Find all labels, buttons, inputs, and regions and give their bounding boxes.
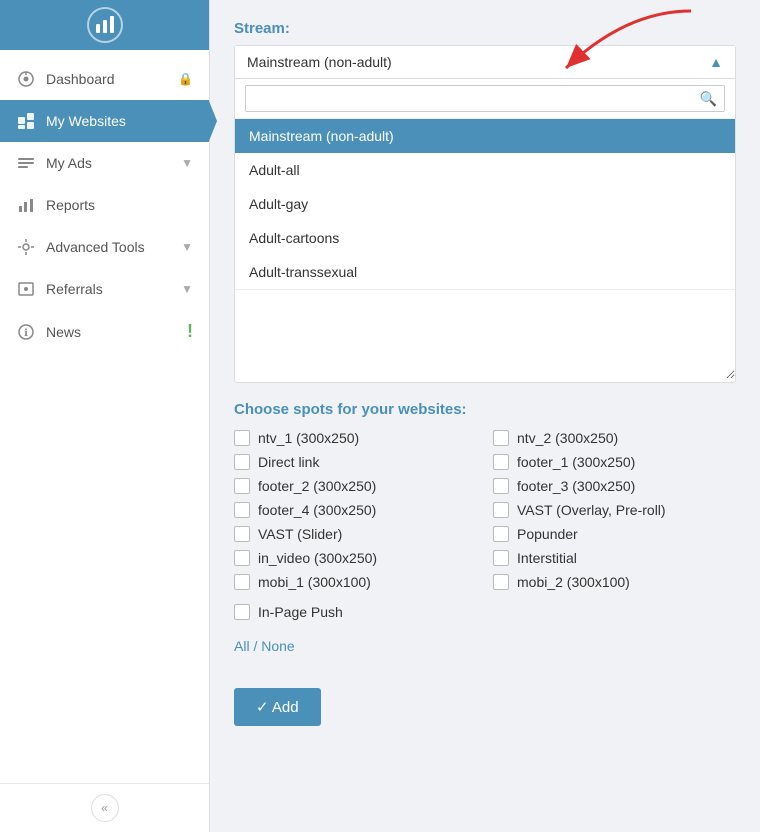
spot-mobi1: mobi_1 (300x100) (234, 574, 477, 590)
spot-popunder-label: Popunder (517, 526, 578, 542)
sidebar-item-dashboard-label: Dashboard (46, 71, 178, 87)
spot-in-page-push-label: In-Page Push (258, 604, 343, 620)
add-button[interactable]: ✓ Add (234, 688, 321, 726)
spot-footer3-checkbox[interactable] (493, 478, 509, 494)
sidebar-item-reports[interactable]: Reports (0, 184, 209, 226)
stream-select-bar[interactable]: Mainstream (non-adult) ▲ (235, 46, 735, 79)
news-icon: ℹ (16, 322, 36, 342)
sidebar-nav: Dashboard 🔒 My Websites (0, 50, 209, 783)
spot-popunder: Popunder (493, 526, 736, 542)
my-websites-icon (16, 111, 36, 131)
spot-mobi2-checkbox[interactable] (493, 574, 509, 590)
spot-direct-link-label: Direct link (258, 454, 319, 470)
spot-vast-slider-label: VAST (Slider) (258, 526, 342, 542)
main-content: Stream: Mainstream (non-adult) ▲ 🔍 Mains… (210, 0, 760, 832)
stream-label: Stream: (234, 20, 736, 37)
chevron-down-icon: ▼ (181, 156, 193, 170)
spot-footer2-label: footer_2 (300x250) (258, 478, 376, 494)
stream-search-input[interactable] (245, 85, 725, 112)
spot-footer2: footer_2 (300x250) (234, 478, 477, 494)
lock-icon: 🔒 (178, 72, 193, 86)
sidebar-item-referrals[interactable]: Referrals ▼ (0, 268, 209, 310)
spot-ntv1-label: ntv_1 (300x250) (258, 430, 359, 446)
spot-footer4-checkbox[interactable] (234, 502, 250, 518)
dashboard-icon (16, 69, 36, 89)
spot-footer4-label: footer_4 (300x250) (258, 502, 376, 518)
spot-ntv2-checkbox[interactable] (493, 430, 509, 446)
spot-direct-link: Direct link (234, 454, 477, 470)
spot-interstitial-label: Interstitial (517, 550, 577, 566)
chevron-down-icon-3: ▼ (181, 282, 193, 296)
spot-in-video: in_video (300x250) (234, 550, 477, 566)
spot-direct-link-checkbox[interactable] (234, 454, 250, 470)
stream-option-mainstream[interactable]: Mainstream (non-adult) (235, 119, 735, 153)
stream-selected-value: Mainstream (non-adult) (247, 54, 392, 70)
stream-option-adult-transsexual[interactable]: Adult-transsexual (235, 255, 735, 289)
spot-vast-overlay-label: VAST (Overlay, Pre-roll) (517, 502, 666, 518)
stream-option-adult-gay[interactable]: Adult-gay (235, 187, 735, 221)
news-badge: ! (187, 321, 193, 342)
spot-footer1-label: footer_1 (300x250) (517, 454, 635, 470)
sidebar-item-reports-label: Reports (46, 197, 193, 213)
sidebar-item-my-websites[interactable]: My Websites (0, 100, 209, 142)
reports-icon (16, 195, 36, 215)
spots-label: Choose spots for your websites: (234, 401, 736, 418)
chevron-down-icon-2: ▼ (181, 240, 193, 254)
spot-footer4: footer_4 (300x250) (234, 502, 477, 518)
stream-dropdown: Mainstream (non-adult) ▲ 🔍 Mainstream (n… (234, 45, 736, 383)
sidebar-item-advanced-tools-label: Advanced Tools (46, 239, 181, 255)
spot-in-page-push-checkbox[interactable] (234, 604, 250, 620)
my-ads-icon (16, 153, 36, 173)
all-none-link[interactable]: All / None (234, 638, 295, 654)
spot-vast-overlay: VAST (Overlay, Pre-roll) (493, 502, 736, 518)
stream-option-adult-cartoons[interactable]: Adult-cartoons (235, 221, 735, 255)
sidebar-item-my-websites-label: My Websites (46, 113, 193, 129)
spot-interstitial: Interstitial (493, 550, 736, 566)
spot-vast-overlay-checkbox[interactable] (493, 502, 509, 518)
sidebar-item-news-label: News (46, 324, 187, 340)
sidebar-item-my-ads-label: My Ads (46, 155, 181, 171)
spot-footer1-checkbox[interactable] (493, 454, 509, 470)
stream-search-container: 🔍 (235, 79, 735, 119)
spot-vast-slider-checkbox[interactable] (234, 526, 250, 542)
collapse-button[interactable]: « (91, 794, 119, 822)
spot-footer2-checkbox[interactable] (234, 478, 250, 494)
sidebar-header (0, 0, 209, 50)
sidebar-item-advanced-tools[interactable]: Advanced Tools ▼ (0, 226, 209, 268)
stream-options-list: Mainstream (non-adult) Adult-all Adult-g… (235, 119, 735, 289)
spot-ntv2: ntv_2 (300x250) (493, 430, 736, 446)
spot-popunder-checkbox[interactable] (493, 526, 509, 542)
app-logo (87, 7, 123, 43)
sidebar-item-news[interactable]: ℹ News ! (0, 310, 209, 353)
spot-footer1: footer_1 (300x250) (493, 454, 736, 470)
spot-vast-slider: VAST (Slider) (234, 526, 477, 542)
sidebar: Dashboard 🔒 My Websites (0, 0, 210, 832)
spot-ntv2-label: ntv_2 (300x250) (517, 430, 618, 446)
sidebar-item-dashboard[interactable]: Dashboard 🔒 (0, 58, 209, 100)
svg-text:ℹ: ℹ (24, 328, 28, 339)
spot-ntv1: ntv_1 (300x250) (234, 430, 477, 446)
spot-in-page-push: In-Page Push (234, 604, 736, 620)
spot-mobi2: mobi_2 (300x100) (493, 574, 736, 590)
advanced-tools-icon (16, 237, 36, 257)
add-button-label: ✓ Add (256, 698, 299, 716)
spot-footer3: footer_3 (300x250) (493, 478, 736, 494)
spot-mobi1-label: mobi_1 (300x100) (258, 574, 371, 590)
sidebar-item-my-ads[interactable]: My Ads ▼ (0, 142, 209, 184)
referrals-icon (16, 279, 36, 299)
sidebar-collapse: « (0, 783, 209, 832)
spot-in-video-label: in_video (300x250) (258, 550, 377, 566)
search-icon: 🔍 (700, 90, 717, 107)
spot-ntv1-checkbox[interactable] (234, 430, 250, 446)
spot-mobi2-label: mobi_2 (300x100) (517, 574, 630, 590)
spot-mobi1-checkbox[interactable] (234, 574, 250, 590)
stream-textarea[interactable] (235, 289, 735, 379)
spot-footer3-label: footer_3 (300x250) (517, 478, 635, 494)
spots-grid: ntv_1 (300x250) ntv_2 (300x250) Direct l… (234, 430, 736, 590)
stream-option-adult-all[interactable]: Adult-all (235, 153, 735, 187)
spot-in-video-checkbox[interactable] (234, 550, 250, 566)
stream-caret-icon: ▲ (709, 54, 723, 70)
sidebar-item-referrals-label: Referrals (46, 281, 181, 297)
spot-interstitial-checkbox[interactable] (493, 550, 509, 566)
